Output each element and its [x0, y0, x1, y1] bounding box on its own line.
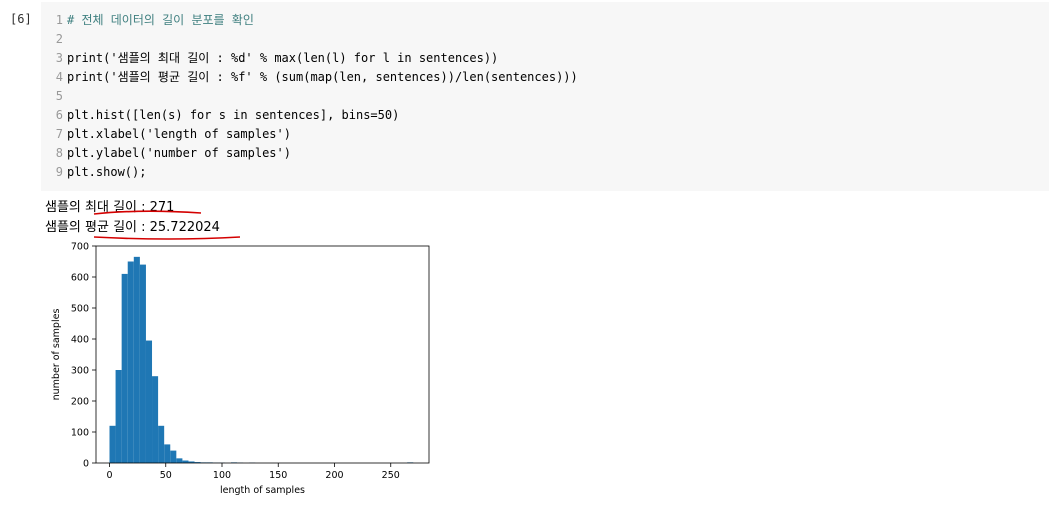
y-axis-label: number of samples	[51, 309, 62, 401]
y-tick-label: 0	[83, 459, 89, 470]
cell-prompt: [6]	[10, 12, 32, 26]
code-text: plt.hist([len(s) for s in sentences], bi…	[67, 108, 400, 122]
line-number: 7	[55, 127, 63, 141]
x-axis-label: length of samples	[220, 485, 305, 496]
y-tick-label: 400	[71, 335, 89, 346]
y-tick-label: 200	[71, 397, 89, 408]
x-tick-label: 150	[269, 470, 287, 481]
histogram-bar	[152, 376, 159, 463]
code-text: # 전체 데이터의 길이 분포를 확인	[67, 13, 254, 27]
line-number: 3	[55, 51, 63, 65]
x-tick-label: 200	[325, 470, 343, 481]
histogram-chart: 0 50 100 150 200 2500100200300400500600700len…	[51, 242, 430, 496]
line-number: 1	[55, 13, 63, 27]
line-number: 6	[55, 108, 63, 122]
line-number: 8	[55, 146, 63, 160]
code-line: 9 plt.show();	[53, 163, 147, 182]
histogram-bar	[127, 261, 134, 463]
histogram-bar	[133, 256, 140, 463]
code-line: 4 print('샘플의 평균 길이 : %f' % (sum(map(len, …	[53, 68, 578, 87]
handwritten-underlines	[93, 210, 241, 240]
code-text: plt.show();	[67, 165, 147, 179]
x-tick-label: 100	[213, 470, 231, 481]
x-tick-label: 0	[106, 470, 112, 481]
x-tick-label: 50	[160, 470, 172, 481]
code-line: 3 print('샘플의 최대 길이 : %d' % max(len(l) for…	[53, 49, 499, 68]
code-text: print('샘플의 최대 길이 : %d' % max(len(l) for …	[67, 51, 499, 65]
y-tick-label: 100	[71, 428, 89, 439]
y-tick-label: 500	[71, 304, 89, 315]
y-tick-label: 300	[71, 366, 89, 377]
code-text: plt.xlabel('length of samples')	[67, 127, 291, 141]
code-editor[interactable]: 1 # 전체 데이터의 길이 분포를 확인 2 3 print('샘플의 최대 길이 :…	[41, 2, 1049, 191]
code-text: print('샘플의 평균 길이 : %f' % (sum(map(len, s…	[67, 70, 578, 84]
x-tick-label: 250	[382, 470, 400, 481]
code-line: 1 # 전체 데이터의 길이 분포를 확인	[53, 11, 254, 30]
line-number: 2	[55, 32, 63, 46]
y-tick-label: 600	[71, 273, 89, 284]
histogram-bar	[158, 425, 165, 463]
histogram-bar	[121, 273, 128, 463]
underline-max	[93, 210, 202, 215]
histogram-bar	[170, 450, 177, 463]
code-line: 8 plt.ylabel('number of samples')	[53, 144, 291, 163]
histogram-bar	[145, 340, 153, 463]
code-line: 6 plt.hist([len(s) for s in sentences], b…	[53, 106, 400, 125]
code-line: 7 plt.xlabel('length of samples')	[53, 125, 291, 144]
code-line: 2	[53, 30, 67, 49]
code-text: plt.ylabel('number of samples')	[67, 146, 291, 160]
line-number: 4	[55, 70, 63, 84]
histogram-bar	[109, 425, 116, 463]
code-line: 5	[53, 87, 67, 106]
underline-mean	[93, 236, 241, 240]
histogram-bar	[115, 370, 122, 463]
histogram-bar	[164, 444, 171, 463]
line-number: 5	[55, 89, 63, 103]
histogram-bar	[139, 264, 146, 463]
histogram-bar	[176, 458, 183, 463]
line-number: 9	[55, 165, 63, 179]
